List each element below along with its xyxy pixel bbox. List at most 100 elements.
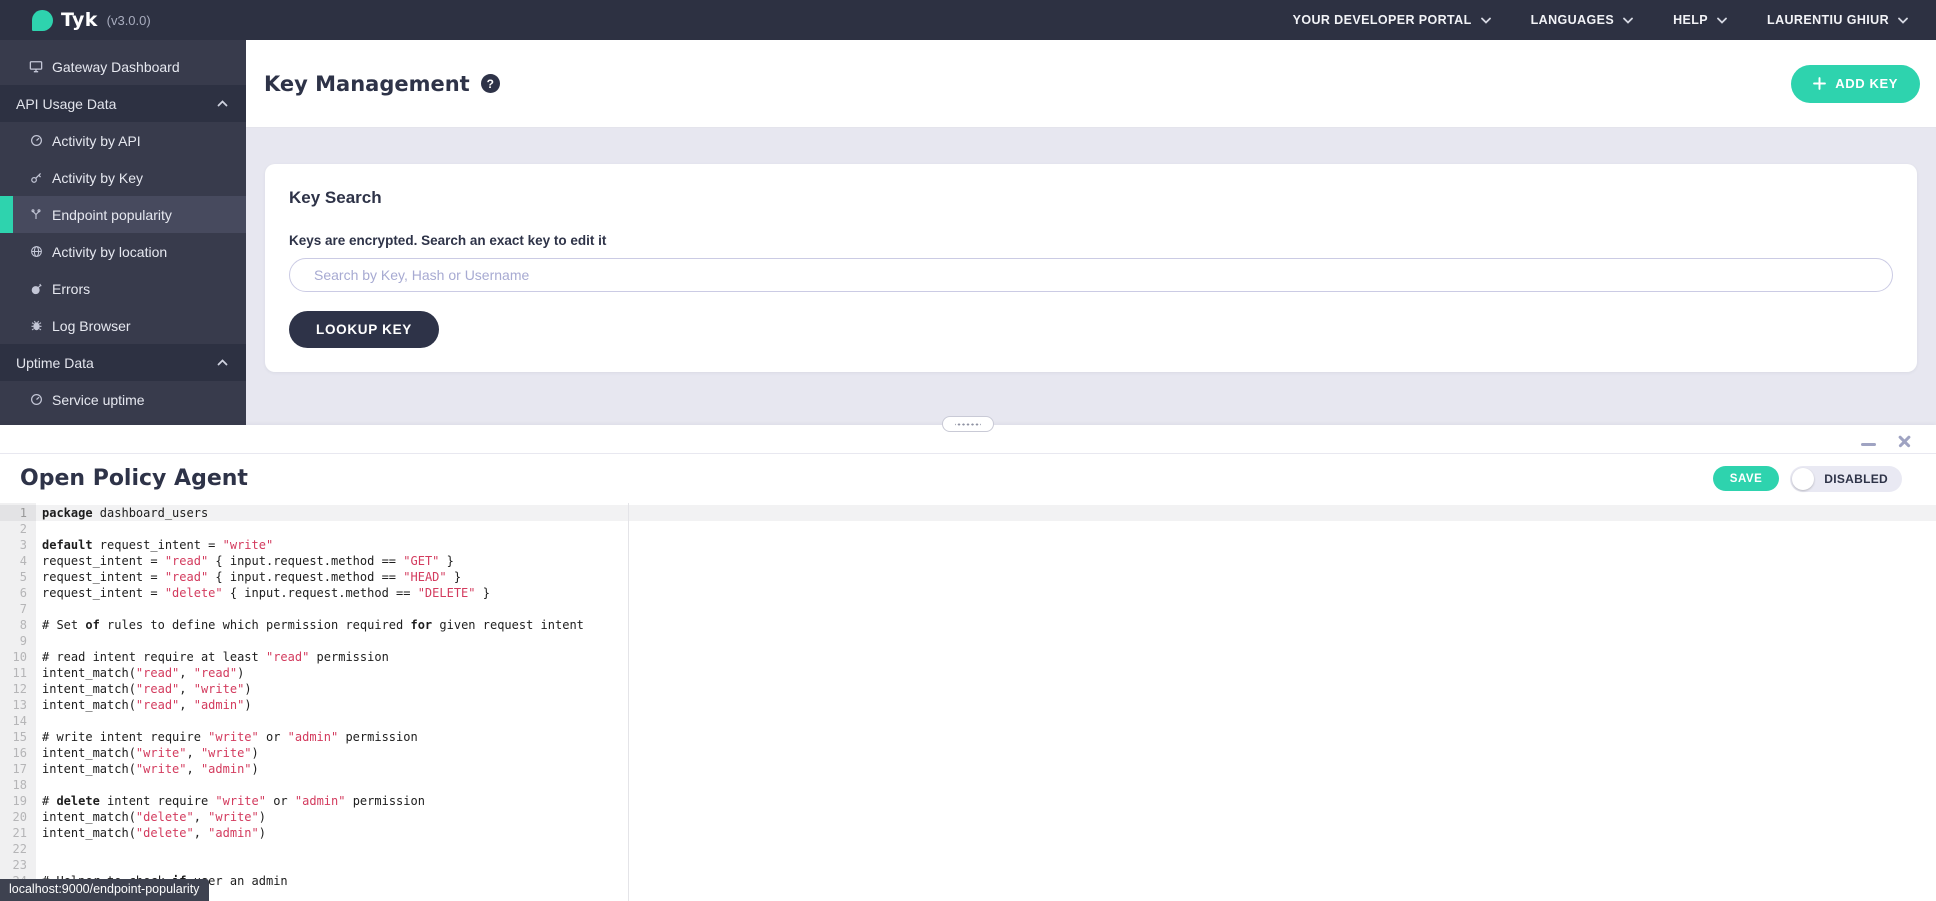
- code-text: intent_match("delete", "write"): [36, 809, 1936, 825]
- code-line[interactable]: 6request_intent = "delete" { input.reque…: [0, 585, 1936, 601]
- panel-drag-handle[interactable]: [942, 416, 994, 432]
- code-text: # read intent require at least "read" pe…: [36, 649, 1936, 665]
- nav-menu-label: LANGUAGES: [1531, 13, 1614, 27]
- lookup-key-button[interactable]: LOOKUP KEY: [289, 311, 439, 348]
- nav-menu-developer-portal[interactable]: YOUR DEVELOPER PORTAL: [1293, 13, 1491, 27]
- toggle-label: DISABLED: [1814, 472, 1900, 486]
- add-key-button[interactable]: ADD KEY: [1791, 65, 1920, 103]
- code-line[interactable]: 19# delete intent require "write" or "ad…: [0, 793, 1936, 809]
- toggle-knob[interactable]: [1792, 468, 1814, 490]
- code-text: [36, 633, 1936, 649]
- code-line[interactable]: 10# read intent require at least "read" …: [0, 649, 1936, 665]
- sidebar-section-label: API Usage Data: [16, 96, 116, 112]
- sidebar-item-activity-by-api[interactable]: Activity by API: [0, 122, 246, 159]
- code-line[interactable]: 21intent_match("delete", "admin"): [0, 825, 1936, 841]
- monitor-icon: [29, 60, 43, 73]
- code-line[interactable]: 22: [0, 841, 1936, 857]
- code-text: # delete intent require "write" or "admi…: [36, 793, 1936, 809]
- disabled-toggle[interactable]: DISABLED: [1790, 466, 1902, 492]
- code-text: [36, 857, 1936, 873]
- nav-menu-user[interactable]: LAURENTIU GHIUR: [1767, 13, 1908, 27]
- chevron-down-icon: [1898, 17, 1908, 24]
- nav-menu-label: LAURENTIU GHIUR: [1767, 13, 1889, 27]
- line-number: 8: [0, 617, 36, 633]
- code-line[interactable]: 9: [0, 633, 1936, 649]
- bomb-icon: [29, 282, 43, 295]
- code-line[interactable]: 5request_intent = "read" { input.request…: [0, 569, 1936, 585]
- code-line[interactable]: 17intent_match("write", "admin"): [0, 761, 1936, 777]
- code-text: [36, 521, 1936, 537]
- code-line[interactable]: 20intent_match("delete", "write"): [0, 809, 1936, 825]
- opa-panel: Open Policy Agent SAVE DISABLED 1package…: [0, 425, 1936, 901]
- code-line[interactable]: 24# Helper to check if user an admin: [0, 873, 1936, 889]
- sidebar-item-gateway-dashboard[interactable]: Gateway Dashboard: [0, 48, 246, 85]
- minimize-icon[interactable]: [1861, 443, 1876, 446]
- code-text: request_intent = "read" { input.request.…: [36, 569, 1936, 585]
- main-header: Key Management ? ADD KEY: [246, 40, 1936, 127]
- code-line[interactable]: 18: [0, 777, 1936, 793]
- code-line[interactable]: 15# write intent require "write" or "adm…: [0, 729, 1936, 745]
- sidebar-item-log-browser[interactable]: Log Browser: [0, 307, 246, 344]
- top-navbar: Tyk (v3.0.0) YOUR DEVELOPER PORTAL LANGUA…: [0, 0, 1936, 40]
- nav-menu-languages[interactable]: LANGUAGES: [1531, 13, 1633, 27]
- sidebar-section-label: Uptime Data: [16, 355, 94, 371]
- code-line[interactable]: 1package dashboard_users: [0, 505, 1936, 521]
- code-text: # write intent require "write" or "admin…: [36, 729, 1936, 745]
- tyk-logo[interactable]: Tyk (v3.0.0): [32, 9, 151, 31]
- code-text: default request_intent = "write": [36, 537, 1936, 553]
- code-text: intent_match("read", "admin"): [36, 697, 1936, 713]
- code-line[interactable]: 8# Set of rules to define which permissi…: [0, 617, 1936, 633]
- line-number: 11: [0, 665, 36, 681]
- code-lines: 1package dashboard_users23default reques…: [0, 505, 1936, 889]
- line-number: 19: [0, 793, 36, 809]
- line-number: 5: [0, 569, 36, 585]
- close-icon[interactable]: [1898, 435, 1911, 448]
- save-button[interactable]: SAVE: [1713, 466, 1779, 491]
- code-editor[interactable]: 1package dashboard_users23default reques…: [0, 503, 1936, 901]
- version-label: (v3.0.0): [107, 13, 151, 28]
- sidebar-section-api-usage-data[interactable]: API Usage Data: [0, 85, 246, 122]
- sidebar-item-service-uptime[interactable]: Service uptime: [0, 381, 246, 418]
- nav-menu-help[interactable]: HELP: [1673, 13, 1727, 27]
- sidebar-item-activity-by-key[interactable]: Activity by Key: [0, 159, 246, 196]
- code-text: [36, 601, 1936, 617]
- print-margin-ruler: [628, 503, 629, 901]
- line-number: 10: [0, 649, 36, 665]
- line-number: 15: [0, 729, 36, 745]
- help-icon[interactable]: ?: [481, 74, 500, 93]
- logo-text: Tyk: [61, 9, 98, 31]
- chevron-up-icon: [217, 100, 228, 107]
- sidebar-item-errors[interactable]: Errors: [0, 270, 246, 307]
- line-number: 21: [0, 825, 36, 841]
- code-line[interactable]: 13intent_match("read", "admin"): [0, 697, 1936, 713]
- line-number: 2: [0, 521, 36, 537]
- code-text: intent_match("delete", "admin"): [36, 825, 1936, 841]
- page-title: Key Management: [264, 72, 470, 96]
- line-number: 17: [0, 761, 36, 777]
- code-line[interactable]: 11intent_match("read", "read"): [0, 665, 1936, 681]
- sidebar-item-label: Log Browser: [52, 318, 131, 334]
- code-line[interactable]: 2: [0, 521, 1936, 537]
- code-line[interactable]: 3default request_intent = "write": [0, 537, 1936, 553]
- content-area: Key Search Keys are encrypted. Search an…: [246, 127, 1936, 425]
- line-number: 14: [0, 713, 36, 729]
- line-number: 23: [0, 857, 36, 873]
- code-line[interactable]: 14: [0, 713, 1936, 729]
- panel-header: Open Policy Agent SAVE DISABLED: [0, 453, 1936, 503]
- sidebar-section-uptime-data[interactable]: Uptime Data: [0, 344, 246, 381]
- line-number: 7: [0, 601, 36, 617]
- navbar-menu: YOUR DEVELOPER PORTAL LANGUAGES HELP LAUREN…: [1293, 13, 1908, 27]
- key-search-input[interactable]: [289, 258, 1893, 292]
- code-line[interactable]: 23: [0, 857, 1936, 873]
- sidebar-item-label: Service uptime: [52, 392, 145, 408]
- sidebar-item-endpoint-popularity[interactable]: Endpoint popularity: [0, 196, 246, 233]
- code-line[interactable]: 12intent_match("read", "write"): [0, 681, 1936, 697]
- code-line[interactable]: 16intent_match("write", "write"): [0, 745, 1936, 761]
- tyk-leaf-icon: [32, 10, 53, 31]
- sidebar-item-activity-by-location[interactable]: Activity by location: [0, 233, 246, 270]
- code-line[interactable]: 4request_intent = "read" { input.request…: [0, 553, 1936, 569]
- nav-menu-label: YOUR DEVELOPER PORTAL: [1293, 13, 1472, 27]
- sidebar-item-label: Activity by location: [52, 244, 167, 260]
- chevron-down-icon: [1481, 17, 1491, 24]
- code-line[interactable]: 7: [0, 601, 1936, 617]
